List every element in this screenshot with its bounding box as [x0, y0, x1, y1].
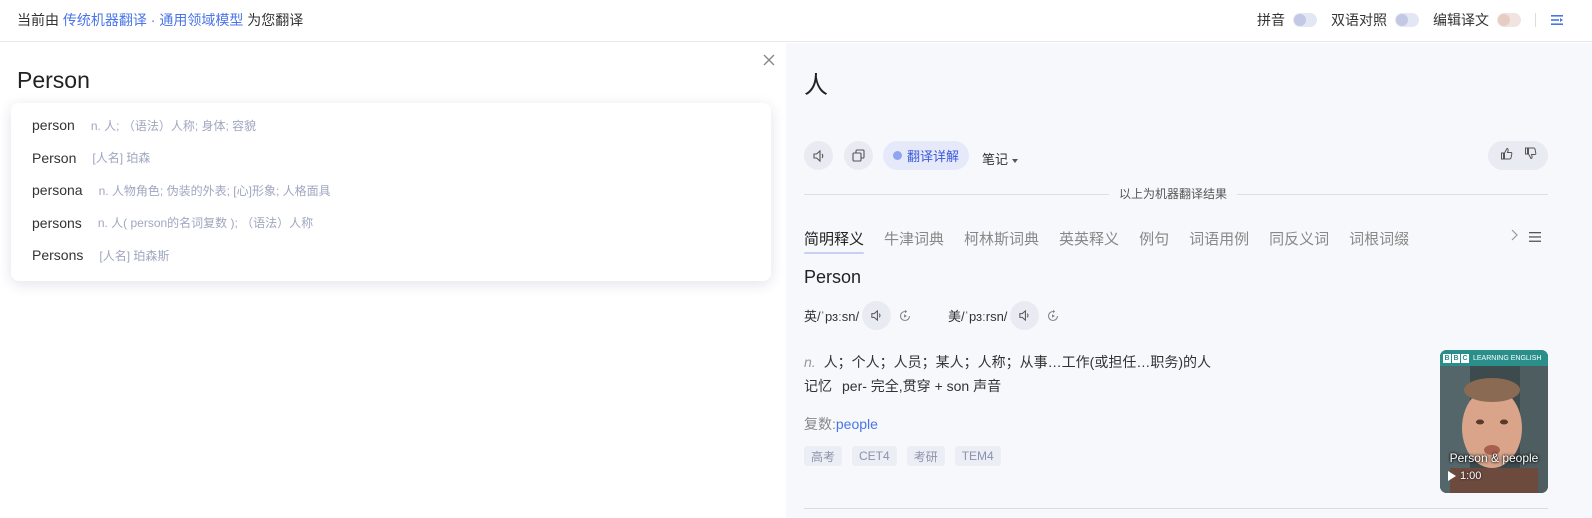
plural-link[interactable]: people	[836, 416, 878, 432]
divider	[1535, 13, 1536, 27]
top-bar: 当前由 传统机器翻译 · 通用领域模型 为您翻译 拼音 双语对照 编辑译文	[0, 0, 1592, 42]
source-pane: Person person n. 人; （语法）人称; 身体; 容貌 Perso…	[0, 43, 786, 518]
memory-text: per- 完全,贯穿 + son 声音	[842, 378, 1002, 394]
tab-oxford[interactable]: 牛津词典	[884, 228, 944, 249]
us-replay-icon[interactable]	[1045, 308, 1061, 324]
list-menu-icon[interactable]	[1529, 230, 1541, 242]
engine-link[interactable]: 传统机器翻译	[63, 12, 147, 28]
suggestion-def: n. 人( person的名词复数 ); （语法）人称	[97, 216, 314, 231]
uk-pronunciation: 英/ˈpɜːsn/	[804, 301, 913, 330]
engine-prefix: 当前由	[17, 12, 59, 28]
suggestion-word: Person	[32, 149, 77, 166]
us-pronunciation: 美/ˈpɜːrsn/	[948, 301, 1061, 330]
exam-tag: 考研	[906, 446, 945, 466]
suggestion-item[interactable]: persons n. 人( person的名词复数 ); （语法）人称	[11, 207, 771, 240]
exam-tag: CET4	[852, 446, 897, 466]
view-controls: 拼音 双语对照 编辑译文	[1257, 9, 1568, 31]
divider	[804, 508, 1548, 509]
thumbs-up-icon[interactable]	[1500, 147, 1513, 165]
suggestion-item[interactable]: Person [人名] 珀森	[11, 142, 771, 175]
suggestion-word: person	[32, 117, 75, 134]
feedback-pill	[1488, 141, 1548, 170]
suggestion-def: [人名] 珀森	[92, 151, 151, 166]
speaker-icon[interactable]	[804, 141, 833, 170]
detail-label: 翻译详解	[907, 149, 960, 164]
memory-tip: 记忆 per- 完全,贯穿 + son 声音	[804, 376, 1001, 396]
duration-text: 1:00	[1460, 470, 1482, 482]
exam-tags: 高考 CET4 考研 TEM4	[804, 446, 1011, 466]
model-link[interactable]: 通用领域模型	[159, 12, 243, 28]
logo-letter: C	[1461, 353, 1469, 363]
dict-headword: Person	[804, 267, 862, 287]
panel-menu-icon[interactable]	[1546, 9, 1568, 31]
tab-examples[interactable]: 例句	[1139, 228, 1169, 249]
suggestion-item[interactable]: persona n. 人物角色; 伪装的外表; [心]形象; 人格面具	[11, 174, 771, 207]
edit-toggle[interactable]	[1497, 13, 1521, 27]
suggestion-dropdown: person n. 人; （语法）人称; 身体; 容貌 Person [人名] …	[11, 103, 771, 281]
play-icon[interactable]	[1448, 471, 1456, 481]
video-duration: 1:00	[1448, 470, 1481, 482]
translation-detail-button[interactable]: 翻译详解	[883, 141, 970, 170]
pinyin-toggle[interactable]	[1293, 13, 1317, 27]
tab-concise[interactable]: 简明释义	[804, 228, 865, 254]
suggestion-item[interactable]: Persons [人名] 珀森斯	[11, 239, 771, 272]
tab-english-english[interactable]: 英英释义	[1059, 228, 1119, 249]
engine-info: 当前由 传统机器翻译 · 通用领域模型 为您翻译	[17, 10, 303, 30]
logo-letter: B	[1452, 353, 1460, 363]
bilingual-toggle[interactable]	[1395, 13, 1419, 27]
tab-usage[interactable]: 词语用例	[1189, 228, 1249, 249]
copy-icon[interactable]	[844, 141, 873, 170]
tab-synonyms[interactable]: 同反义词	[1269, 228, 1329, 249]
clear-close-icon[interactable]	[762, 53, 776, 67]
video-brand-bar: BBC LEARNING ENGLISH	[1440, 350, 1548, 366]
video-caption: Person & people	[1449, 451, 1539, 465]
note-label: 笔记	[982, 152, 1009, 167]
caret-down-icon	[1012, 158, 1019, 163]
translation-text: 人	[804, 72, 828, 99]
source-text-input[interactable]: Person	[17, 67, 90, 94]
exam-tag: 高考	[804, 446, 843, 466]
plural-label: 复数:	[804, 416, 836, 432]
tab-roots[interactable]: 词根词缀	[1349, 228, 1409, 249]
suggestion-word: persons	[32, 214, 82, 231]
bbc-logo: BBC	[1443, 353, 1470, 363]
memory-label: 记忆	[804, 378, 832, 394]
exam-tag: TEM4	[954, 446, 1001, 466]
suggestion-def: n. 人; （语法）人称; 身体; 容貌	[90, 118, 257, 133]
tab-collins[interactable]: 柯林斯词典	[964, 228, 1039, 249]
suggestion-def: [人名] 珀森斯	[99, 248, 170, 263]
edit-label: 编辑译文	[1433, 12, 1489, 28]
machine-translation-notice: 以上为机器翻译结果	[1109, 185, 1238, 202]
engine-suffix: 为您翻译	[247, 12, 304, 28]
uk-replay-icon[interactable]	[897, 308, 913, 324]
definition-text: 人；个人；人员；某人；人称；从事…工作(或担任…职务)的人	[823, 354, 1212, 370]
part-of-speech: n.	[804, 354, 816, 370]
thumbs-down-icon[interactable]	[1524, 147, 1537, 165]
logo-letter: B	[1443, 353, 1451, 363]
video-thumbnail[interactable]: BBC LEARNING ENGLISH Person & people 1:0…	[1440, 350, 1548, 493]
uk-phonetic: 英/ˈpɜːsn/	[804, 309, 860, 324]
bilingual-label: 双语对照	[1331, 12, 1387, 28]
plural-form: 复数:people	[804, 414, 878, 434]
result-pane: 人 翻译详解 笔记 以上为机器翻译结果 简明释义 牛津词典 柯林斯词典 英英释义…	[786, 43, 1592, 518]
note-dropdown[interactable]: 笔记	[982, 149, 1019, 168]
us-phonetic: 美/ˈpɜːrsn/	[948, 309, 1008, 324]
us-speaker-icon[interactable]	[1010, 301, 1040, 330]
suggestion-def: n. 人物角色; 伪装的外表; [心]形象; 人格面具	[98, 183, 331, 198]
suggestion-word: Persons	[32, 247, 84, 264]
engine-dot: ·	[150, 12, 156, 28]
dictionary-tabs: 简明释义 牛津词典 柯林斯词典 英英释义 例句 词语用例 同反义词 词根词缀	[804, 228, 1429, 254]
pinyin-label: 拼音	[1257, 12, 1285, 28]
brand-text: LEARNING ENGLISH	[1473, 354, 1542, 362]
uk-speaker-icon[interactable]	[862, 301, 892, 330]
detail-dot-icon	[893, 151, 902, 160]
suggestion-item[interactable]: person n. 人; （语法）人称; 身体; 容貌	[11, 109, 771, 142]
definition-line: n. 人；个人；人员；某人；人称；从事…工作(或担任…职务)的人	[804, 352, 1211, 372]
chevron-right-icon[interactable]	[1509, 228, 1519, 242]
suggestion-word: persona	[32, 182, 83, 199]
